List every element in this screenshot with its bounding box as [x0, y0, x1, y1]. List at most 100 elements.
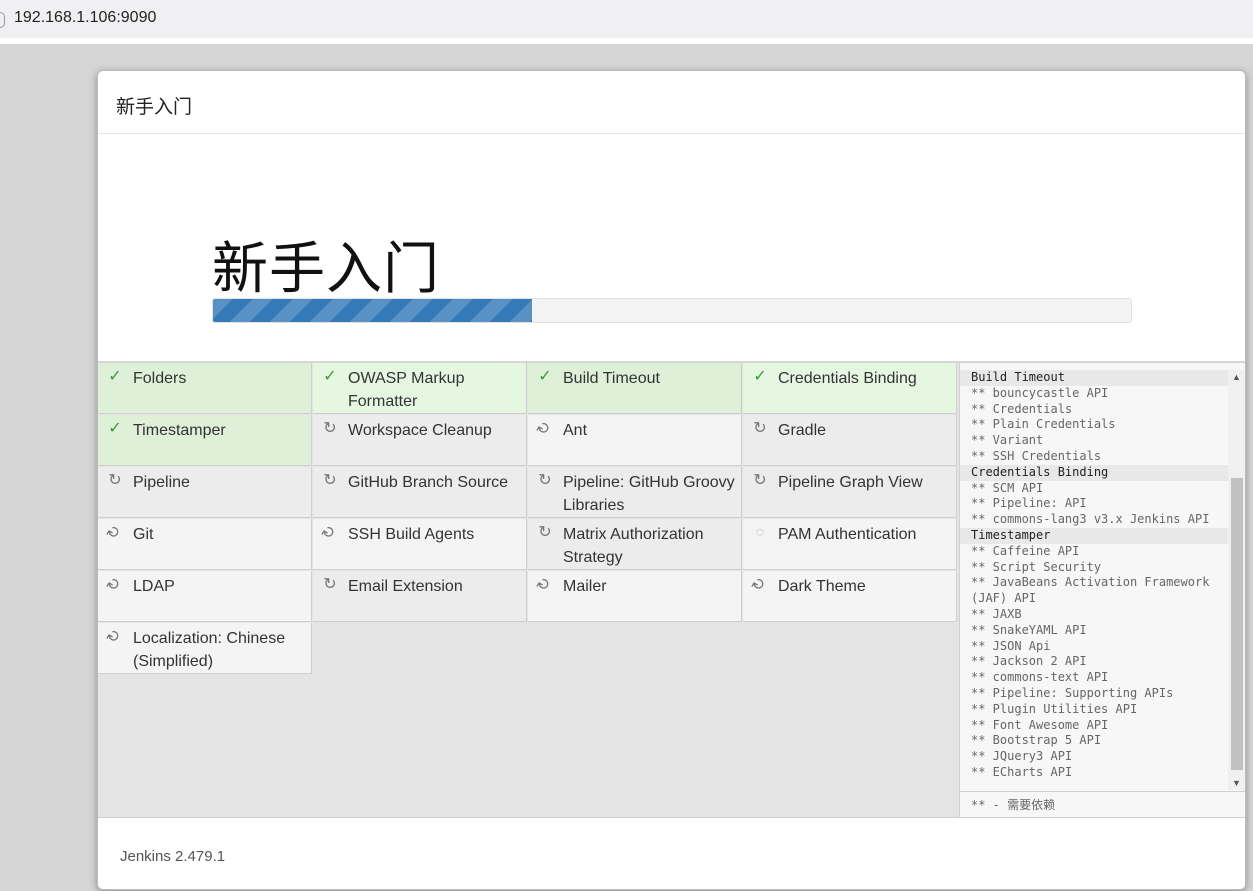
- check-icon: ✓: [108, 420, 122, 437]
- spinner-icon: ↻: [103, 522, 126, 543]
- plugin-name: Localization: Chinese (Simplified): [133, 630, 286, 670]
- refresh-icon: ↻: [323, 472, 337, 489]
- log-dependency: ** Bootstrap 5 API: [971, 733, 1102, 748]
- log-plugin-header: Credentials Binding: [960, 464, 1228, 481]
- refresh-icon: ↻: [538, 472, 552, 489]
- progress-fill: [213, 299, 533, 322]
- check-icon: ✓: [753, 368, 767, 385]
- check-icon: ✓: [538, 368, 552, 385]
- spinner-icon: ↻: [318, 522, 341, 543]
- log-dependency: ** Plugin Utilities API: [971, 701, 1138, 716]
- plugin-name: Build Timeout: [563, 370, 660, 387]
- log-dependency: ** ECharts API: [971, 764, 1073, 779]
- plugin-tile: ↻ Mailer: [528, 571, 742, 622]
- plugin-tile: ✓ Folders: [98, 363, 312, 414]
- plugin-tile: ↻ SSH Build Agents: [313, 519, 527, 570]
- log-dependency: ** commons-text API: [971, 670, 1109, 685]
- plugin-tile: ↻ Matrix Authorization Strategy: [528, 519, 742, 570]
- scrollbar-thumb[interactable]: [1231, 478, 1243, 770]
- plugin-tile: ↻ LDAP: [98, 571, 312, 622]
- plugin-tile: ○ PAM Authentication: [743, 519, 957, 570]
- log-dependency: ** Jackson 2 API: [971, 654, 1087, 669]
- plugin-name: Dark Theme: [778, 578, 866, 595]
- plugin-name: Workspace Cleanup: [348, 422, 492, 439]
- plugin-tile: ↻ Localization: Chinese (Simplified): [98, 623, 312, 674]
- circle-icon: ○: [755, 524, 765, 541]
- plugin-tile: ↻ GitHub Branch Source: [313, 467, 527, 518]
- install-log-panel: Build Timeout ** bouncycastle API ** Crede…: [959, 363, 1245, 817]
- log-legend: ** - 需要依赖: [960, 791, 1245, 817]
- install-content: ✓ Folders ✓ OWASP Markup Formatter ✓ Build Ti…: [98, 363, 1245, 817]
- plugin-tile: ✓ OWASP Markup Formatter: [313, 363, 527, 414]
- refresh-icon: ↻: [538, 524, 552, 541]
- plugin-name: Matrix Authorization Strategy: [563, 526, 704, 566]
- scroll-up-icon[interactable]: ▲: [1228, 370, 1245, 384]
- refresh-icon: ↻: [753, 420, 767, 437]
- plugin-grid: ✓ Folders ✓ OWASP Markup Formatter ✓ Build Ti…: [98, 363, 959, 817]
- plugin-name: LDAP: [133, 578, 175, 595]
- plugin-name: Timestamper: [133, 422, 226, 439]
- spinner-icon: ↻: [103, 626, 126, 647]
- dialog-footer: Jenkins 2.479.1: [98, 817, 1245, 889]
- refresh-icon: ↻: [753, 472, 767, 489]
- check-icon: ✓: [323, 368, 337, 385]
- log-dependency: ** commons-lang3 v3.x Jenkins API: [971, 512, 1210, 527]
- jenkins-version: Jenkins 2.479.1: [120, 848, 226, 865]
- spinner-icon: ↻: [748, 574, 771, 595]
- plugin-tile: ↻ Gradle: [743, 415, 957, 466]
- plugin-tile: ↻ Pipeline: GitHub Groovy Libraries: [528, 467, 742, 518]
- log-dependency: ** JSON Api: [971, 638, 1051, 653]
- plugin-tile: ↻ Pipeline: [98, 467, 312, 518]
- url-text[interactable]: 192.168.1.106:9090: [14, 9, 156, 27]
- hero-section: 新手入门: [98, 134, 1245, 363]
- refresh-icon: ↻: [323, 420, 337, 437]
- plugin-tile: ↻ Email Extension: [313, 571, 527, 622]
- browser-address-bar: 192.168.1.106:9090: [0, 0, 1253, 44]
- plugin-name: SSH Build Agents: [348, 526, 475, 543]
- log-dependency: ** Variant: [971, 433, 1044, 448]
- log-dependency: ** bouncycastle API: [971, 385, 1109, 400]
- plugin-tile: ↻ Workspace Cleanup: [313, 415, 527, 466]
- plugin-name: OWASP Markup Formatter: [348, 370, 465, 410]
- log-plugin-header: Timestamper: [960, 527, 1228, 544]
- plugin-name: Gradle: [778, 422, 827, 439]
- plugin-tile: ↻ Ant: [528, 415, 742, 466]
- plugin-name: Pipeline: GitHub Groovy Libraries: [563, 474, 735, 514]
- plugin-name: PAM Authentication: [778, 526, 917, 543]
- plugin-tile: ↻ Git: [98, 519, 312, 570]
- plugin-name: Folders: [133, 370, 187, 387]
- plugin-tile: ✓ Credentials Binding: [743, 363, 957, 414]
- plugin-name: Email Extension: [348, 578, 463, 595]
- check-icon: ✓: [108, 368, 122, 385]
- log-dependency: ** Caffeine API: [971, 543, 1080, 558]
- log-dependency: ** Script Security: [971, 559, 1102, 574]
- log-scrollbar[interactable]: ▲ ▼: [1228, 370, 1245, 790]
- install-progress-bar: [212, 298, 1132, 323]
- plugin-name: Git: [133, 526, 154, 543]
- log-dependency: ** Credentials: [971, 401, 1073, 416]
- log-plugin-header: Build Timeout: [960, 370, 1228, 386]
- scroll-down-icon[interactable]: ▼: [1228, 776, 1245, 790]
- plugin-name: Mailer: [563, 578, 607, 595]
- log-dependency: ** Pipeline: Supporting APIs: [971, 685, 1174, 700]
- setup-wizard-dialog: 新手入门 新手入门 ✓ Folders ✓ OWASP Markup Formatte…: [97, 70, 1246, 890]
- install-log[interactable]: Build Timeout ** bouncycastle API ** Crede…: [960, 370, 1228, 790]
- hero-title: 新手入门: [212, 237, 440, 302]
- log-dependency: ** SCM API: [971, 480, 1044, 495]
- plugin-tile: ↻ Pipeline Graph View: [743, 467, 957, 518]
- plugin-name: GitHub Branch Source: [348, 474, 509, 491]
- log-dependency: ** JQuery3 API: [971, 749, 1073, 764]
- dialog-header: 新手入门: [98, 71, 1245, 134]
- log-dependency: ** Pipeline: API: [971, 496, 1087, 511]
- refresh-icon: ↻: [108, 472, 122, 489]
- plugin-tile: ↻ Dark Theme: [743, 571, 957, 622]
- log-dependency: ** SSH Credentials: [971, 448, 1102, 463]
- log-dependency: ** Plain Credentials: [971, 417, 1116, 432]
- log-dependency: ** Font Awesome API: [971, 717, 1109, 732]
- spinner-icon: ↻: [533, 574, 556, 595]
- plugin-name: Ant: [563, 422, 588, 439]
- plugin-tile: ✓ Build Timeout: [528, 363, 742, 414]
- spinner-icon: ↻: [103, 574, 126, 595]
- plugin-name: Credentials Binding: [778, 370, 917, 387]
- tab-edge: [0, 12, 5, 28]
